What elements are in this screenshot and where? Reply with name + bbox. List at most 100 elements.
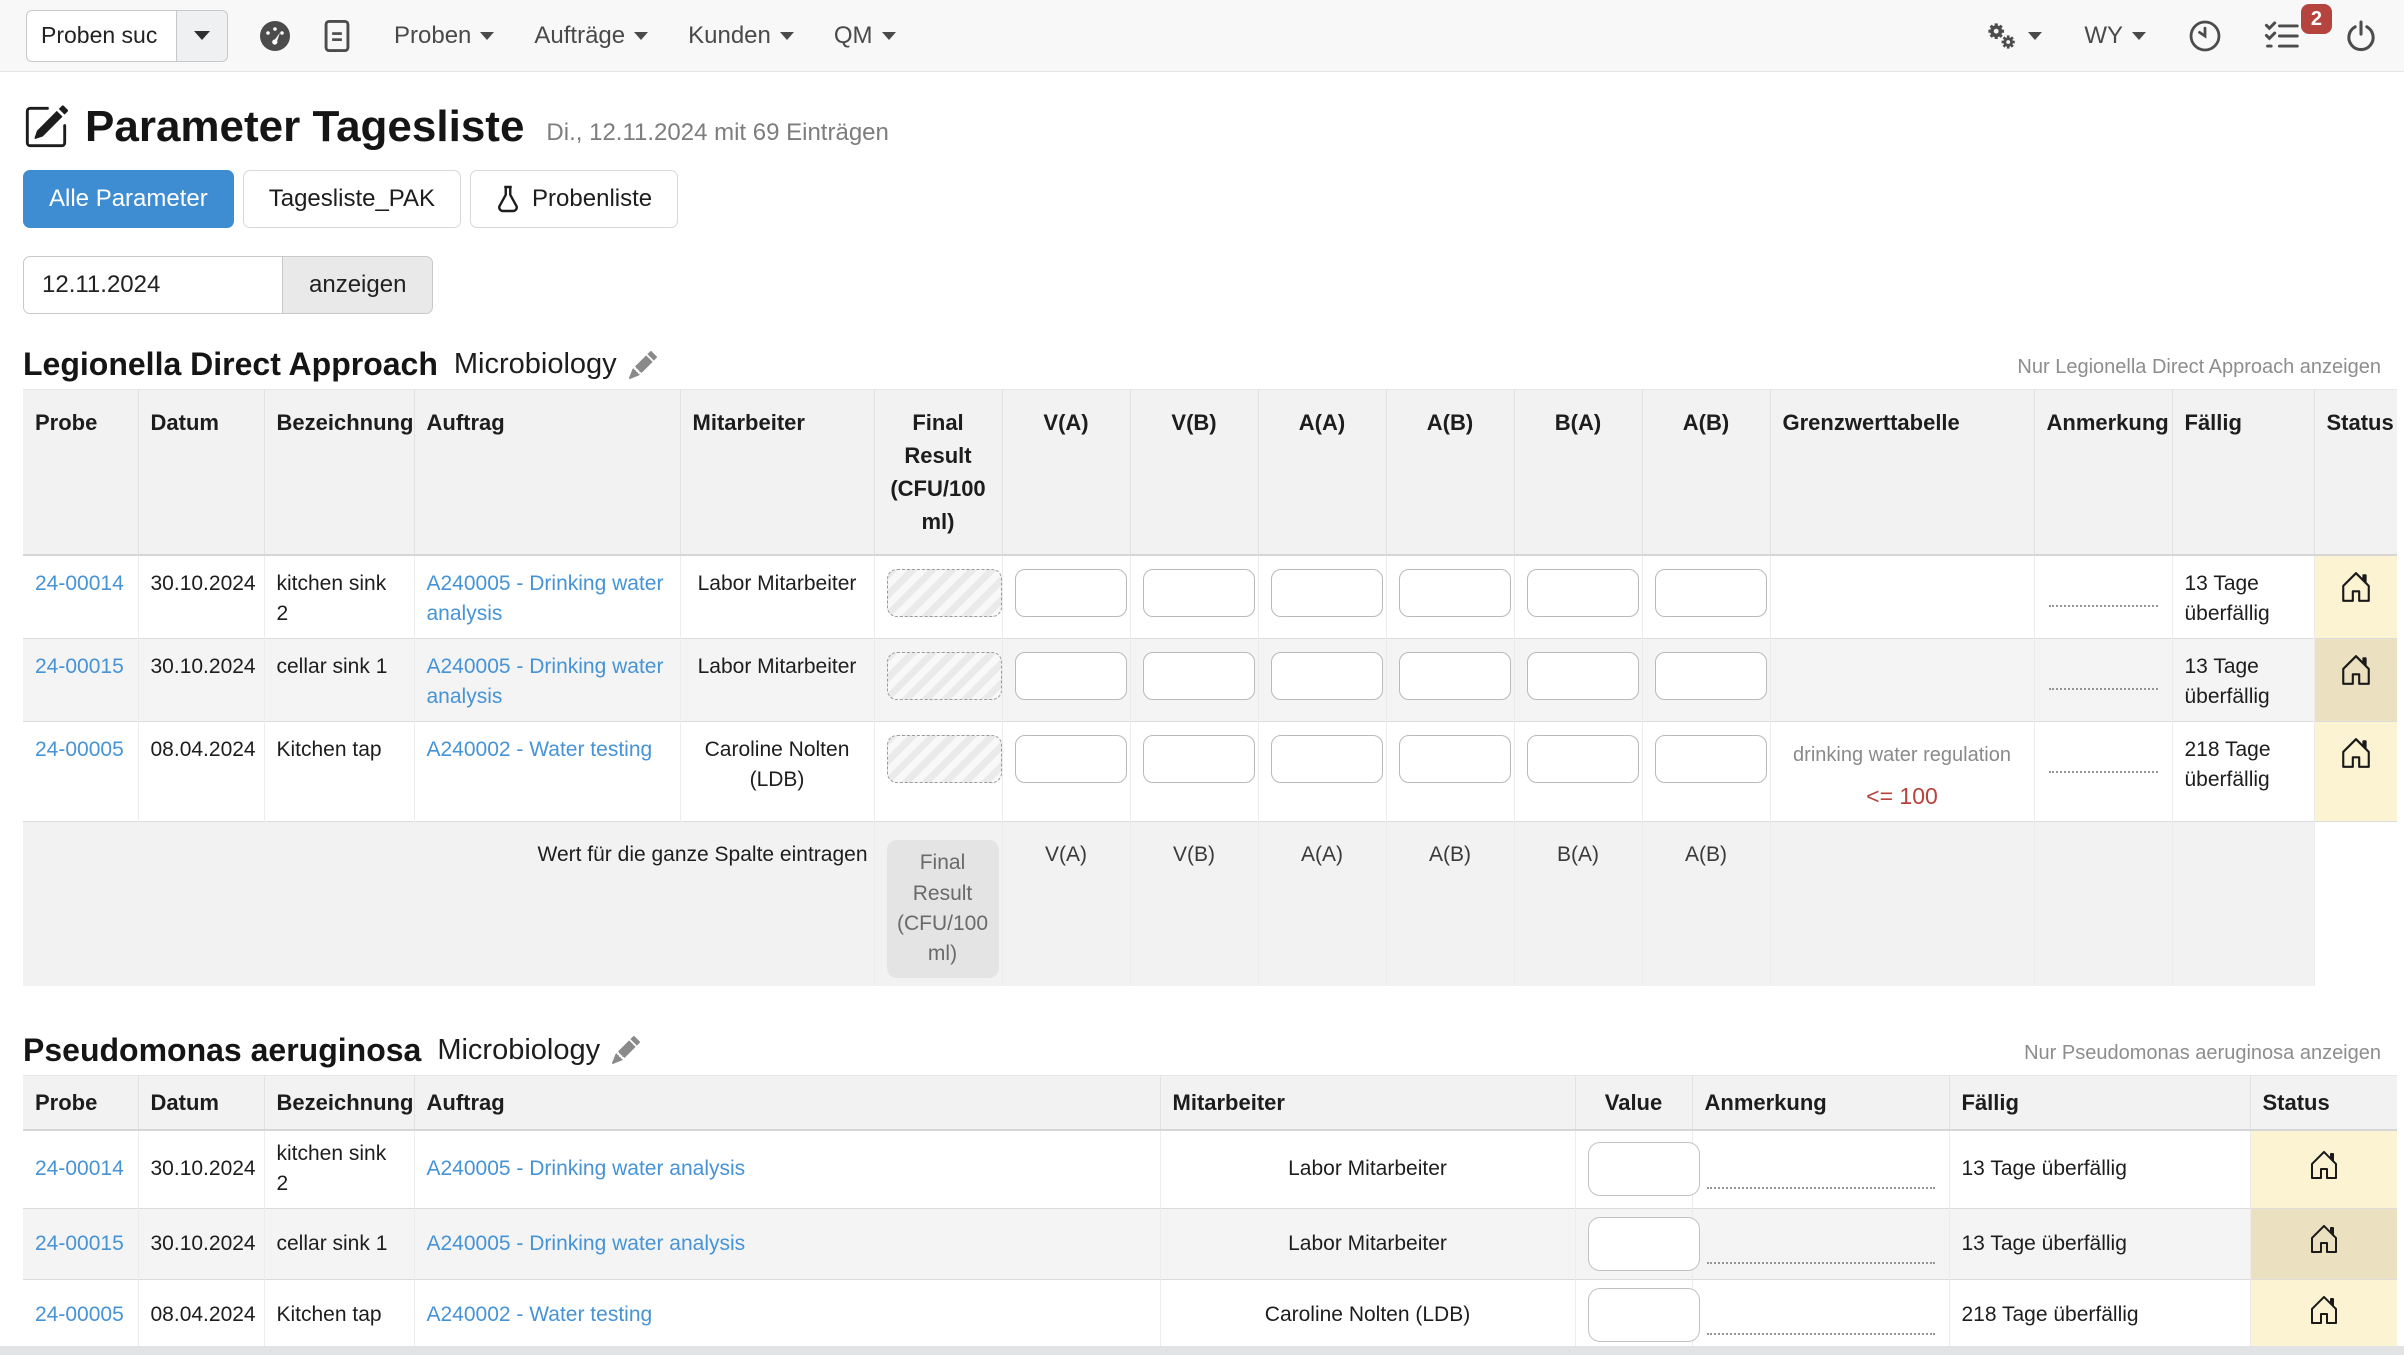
- fill-va-button[interactable]: V(A): [1015, 840, 1118, 870]
- menu-proben-label: Proben: [394, 22, 471, 50]
- alle-parameter-button[interactable]: Alle Parameter: [23, 170, 234, 228]
- ab-input[interactable]: [1399, 735, 1511, 783]
- date-input[interactable]: [23, 256, 283, 314]
- col-auftrag: Auftrag: [414, 1075, 1160, 1130]
- col-faellig: Fällig: [1949, 1075, 2250, 1130]
- search-input[interactable]: [26, 10, 176, 62]
- user-menu[interactable]: WY: [2084, 22, 2146, 50]
- chevron-down-icon: [780, 32, 794, 40]
- fill-ab2-button[interactable]: A(B): [1655, 840, 1758, 870]
- sample-link[interactable]: 24-00014: [35, 1157, 124, 1180]
- col-vb: V(B): [1130, 390, 1258, 556]
- va-input[interactable]: [1015, 735, 1127, 783]
- vb-input[interactable]: [1143, 735, 1255, 783]
- col-anmerkung: Anmerkung: [1692, 1075, 1949, 1130]
- order-link[interactable]: A240005 - Drinking water analysis: [427, 655, 664, 708]
- sample-link[interactable]: 24-00015: [35, 1232, 124, 1255]
- final-result-field-disabled: [887, 652, 1002, 700]
- anmerkung-field[interactable]: [1707, 1238, 1935, 1264]
- fill-ab-button[interactable]: A(B): [1399, 840, 1502, 870]
- menu-kunden[interactable]: Kunden: [688, 22, 794, 50]
- status-cell: [2314, 638, 2397, 721]
- mitarbeiter-value: Labor Mitarbeiter: [1160, 1208, 1575, 1279]
- anzeigen-button[interactable]: anzeigen: [283, 256, 433, 314]
- anmerkung-field[interactable]: [1707, 1309, 1935, 1335]
- value-input[interactable]: [1588, 1288, 1700, 1342]
- mitarbeiter-value: Caroline Nolten (LDB): [680, 721, 874, 821]
- order-link[interactable]: A240005 - Drinking water analysis: [427, 1157, 746, 1180]
- fill-ba-button[interactable]: B(A): [1527, 840, 1630, 870]
- ab2-input[interactable]: [1655, 652, 1767, 700]
- todo-list-icon[interactable]: 2: [2264, 20, 2302, 52]
- fill-vb-button[interactable]: V(B): [1143, 840, 1246, 870]
- search-dropdown-button[interactable]: [176, 10, 228, 62]
- anmerkung-field[interactable]: [2049, 739, 2158, 773]
- window-bottom-edge: [0, 1346, 2404, 1355]
- clock-icon[interactable]: [2188, 19, 2222, 53]
- order-link[interactable]: A240005 - Drinking water analysis: [427, 1232, 746, 1255]
- page-subtitle: Di., 12.11.2024 mit 69 Einträgen: [546, 107, 888, 147]
- power-icon[interactable]: [2344, 19, 2378, 53]
- sample-link[interactable]: 24-00015: [35, 655, 124, 678]
- value-input[interactable]: [1588, 1142, 1700, 1196]
- menu-auftraege[interactable]: Aufträge: [534, 22, 648, 50]
- status-cell: [2314, 555, 2397, 638]
- filter-pseudomonas-link[interactable]: Nur Pseudomonas aeruginosa anzeigen: [2024, 1042, 2381, 1069]
- pseudomonas-table: Probe Datum Bezeichnung Auftrag Mitarbei…: [23, 1075, 2397, 1355]
- ab-input[interactable]: [1399, 652, 1511, 700]
- tagesliste-pak-button[interactable]: Tagesliste_PAK: [243, 170, 461, 228]
- table-row: 24-00014 30.10.2024 kitchen sink 2 A2400…: [23, 555, 2397, 638]
- edit-pencil-icon[interactable]: [612, 1036, 640, 1064]
- ab-input[interactable]: [1399, 569, 1511, 617]
- bezeichnung-value: kitchen sink 2: [264, 1130, 414, 1208]
- filter-legionella-link[interactable]: Nur Legionella Direct Approach anzeigen: [2017, 356, 2381, 383]
- settings-menu[interactable]: [1983, 19, 2042, 53]
- anmerkung-field[interactable]: [1707, 1163, 1935, 1189]
- status-cell: [2250, 1208, 2397, 1279]
- fill-final-result-button[interactable]: Final Result (CFU/100 ml): [887, 840, 999, 978]
- ab2-input[interactable]: [1655, 735, 1767, 783]
- order-link[interactable]: A240002 - Water testing: [427, 738, 653, 761]
- chevron-down-icon: [2132, 32, 2146, 40]
- anmerkung-field[interactable]: [2049, 656, 2158, 690]
- col-probe: Probe: [23, 1075, 138, 1130]
- order-link[interactable]: A240005 - Drinking water analysis: [427, 572, 664, 625]
- menu-proben[interactable]: Proben: [394, 22, 494, 50]
- ba-input[interactable]: [1527, 652, 1639, 700]
- anmerkung-field[interactable]: [2049, 573, 2158, 607]
- menu-qm[interactable]: QM: [834, 22, 896, 50]
- ba-input[interactable]: [1527, 735, 1639, 783]
- value-input[interactable]: [1588, 1217, 1700, 1271]
- bezeichnung-value: cellar sink 1: [264, 1208, 414, 1279]
- vb-input[interactable]: [1143, 569, 1255, 617]
- col-bezeichnung: Bezeichnung: [264, 390, 414, 556]
- aa-input[interactable]: [1271, 735, 1383, 783]
- top-navbar: Proben Aufträge Kunden QM: [0, 0, 2404, 72]
- page-title: Parameter Tagesliste: [85, 102, 524, 152]
- aa-input[interactable]: [1271, 569, 1383, 617]
- ba-input[interactable]: [1527, 569, 1639, 617]
- sample-link[interactable]: 24-00005: [35, 1303, 124, 1326]
- edit-pencil-icon[interactable]: [629, 351, 657, 379]
- sample-link[interactable]: 24-00014: [35, 572, 124, 595]
- va-input[interactable]: [1015, 652, 1127, 700]
- bezeichnung-value: cellar sink 1: [264, 638, 414, 721]
- order-link[interactable]: A240002 - Water testing: [427, 1303, 653, 1326]
- chevron-down-icon: [882, 32, 896, 40]
- aa-input[interactable]: [1271, 652, 1383, 700]
- section-title-legionella: Legionella Direct Approach Microbiology: [23, 346, 657, 383]
- house-icon: [2308, 1237, 2340, 1260]
- sample-link[interactable]: 24-00005: [35, 738, 124, 761]
- dashboard-icon[interactable]: [258, 19, 292, 53]
- vb-input[interactable]: [1143, 652, 1255, 700]
- pencil-square-icon: [23, 104, 69, 150]
- probenliste-button[interactable]: Probenliste: [470, 170, 678, 228]
- fill-aa-button[interactable]: A(A): [1271, 840, 1374, 870]
- mitarbeiter-value: Labor Mitarbeiter: [680, 638, 874, 721]
- faellig-value: 13 Tage überfällig: [2172, 638, 2314, 721]
- ab2-input[interactable]: [1655, 569, 1767, 617]
- document-icon[interactable]: [322, 19, 352, 53]
- parameter-category: Microbiology: [437, 1034, 600, 1067]
- faellig-value: 13 Tage überfällig: [1949, 1208, 2250, 1279]
- va-input[interactable]: [1015, 569, 1127, 617]
